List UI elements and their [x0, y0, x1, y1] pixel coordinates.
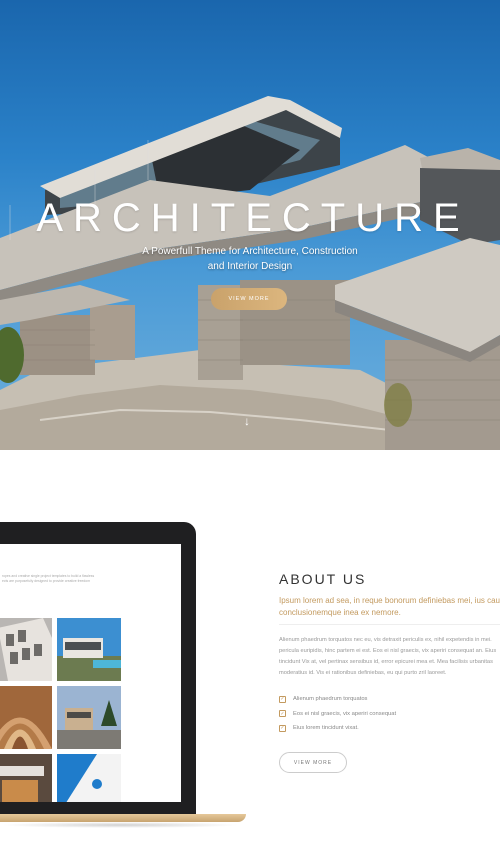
- laptop-screen-frame: ropes and creative single project templa…: [0, 522, 196, 814]
- checklist-item: ✓ Eos ei nisl graecis, vix aperiri conse…: [279, 707, 396, 722]
- about-lead: Ipsum lorem ad sea, in reque bonorum def…: [279, 595, 500, 618]
- about-title: ABOUT US: [279, 571, 367, 587]
- portfolio-tile[interactable]: [0, 618, 52, 681]
- arrow-down-icon[interactable]: ↓: [244, 414, 250, 428]
- laptop-base: [0, 814, 246, 822]
- hero-section: ARCHITECTURE A Powerfull Theme for Archi…: [0, 0, 500, 450]
- about-view-more-button[interactable]: VIEW MORE: [279, 752, 347, 773]
- checklist-item-label: Eius lorem tincidunt vixat.: [293, 725, 359, 732]
- checkbox-icon: ✓: [279, 710, 286, 718]
- laptop-screen: ropes and creative single project templa…: [0, 544, 181, 802]
- feature-checklist: ✓ Alienum phaedrum torquatos ✓ Eos ei ni…: [279, 692, 396, 736]
- checklist-item-label: Eos ei nisl graecis, vix aperiri consequ…: [293, 710, 397, 717]
- hero-subtitle-line1: A Powerfull Theme for Architecture, Cons…: [142, 246, 358, 257]
- laptop-shadow: [0, 822, 240, 828]
- about-body-line: moderatius id. Vis ei rationibus definie…: [279, 670, 447, 676]
- screen-text-line2: ects are purposefully designed to provid…: [2, 579, 91, 583]
- portfolio-tile[interactable]: [0, 686, 52, 749]
- portfolio-tile[interactable]: [0, 754, 52, 802]
- checklist-item: ✓ Eius lorem tincidunt vixat.: [279, 721, 396, 736]
- divider: [279, 624, 500, 625]
- about-lead-line2: conclusionemque inea ex nemore.: [279, 607, 401, 617]
- checklist-item: ✓ Alienum phaedrum torquatos: [279, 692, 396, 707]
- hero-subtitle: A Powerfull Theme for Architecture, Cons…: [120, 244, 380, 274]
- about-body-line: tincidunt Vix at, vel pertinax sensibus …: [279, 659, 493, 665]
- about-body-line: Alienum phaedrum torquatos nec eu, vis d…: [279, 637, 492, 643]
- checkbox-icon: ✓: [279, 724, 286, 732]
- hero-subtitle-line2: and Interior Design: [207, 261, 293, 272]
- portfolio-tile[interactable]: [57, 686, 121, 749]
- hero-view-more-button[interactable]: VIEW MORE: [211, 288, 287, 310]
- portfolio-tile[interactable]: [57, 618, 121, 681]
- about-body: Alienum phaedrum torquatos nec eu, vis d…: [279, 635, 500, 679]
- checkbox-icon: ✓: [279, 695, 286, 703]
- screen-text: ropes and creative single project templa…: [2, 574, 94, 584]
- about-body-line: pericula euripidis, hinc partem ei est. …: [279, 648, 497, 654]
- hero-title: ARCHITECTURE: [36, 196, 470, 240]
- portfolio-tile[interactable]: [57, 754, 121, 802]
- about-lead-line1: Ipsum lorem ad sea, in reque bonorum def…: [279, 596, 500, 605]
- checklist-item-label: Alienum phaedrum torquatos: [293, 696, 368, 703]
